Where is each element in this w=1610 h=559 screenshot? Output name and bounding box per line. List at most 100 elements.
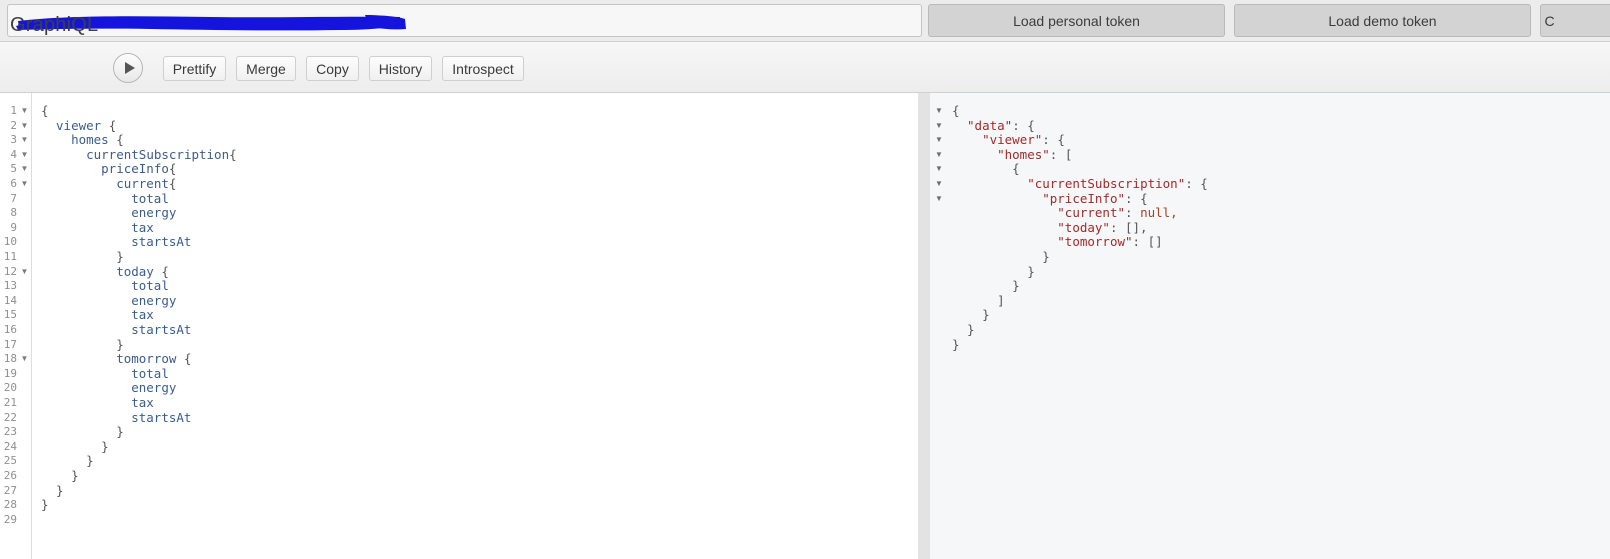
result-line: } <box>982 308 990 323</box>
result-key: "priceInfo" <box>1042 190 1126 206</box>
line-number: 22 <box>3 410 17 424</box>
fold-toggle-icon[interactable]: ▼ <box>20 104 29 119</box>
result-line: "currentSubscription": { <box>1027 176 1208 192</box>
fold-toggle-icon[interactable]: ▼ <box>20 148 29 163</box>
line-number: 17 <box>3 337 17 351</box>
result-fold-toggle-icon[interactable]: ▼ <box>935 177 943 192</box>
toolbar-copy-button[interactable]: Copy <box>306 56 359 81</box>
query-line: total <box>131 366 169 382</box>
result-value: } <box>952 336 960 352</box>
query-punctuation: { <box>101 117 117 133</box>
toolbar-merge-label: Merge <box>246 60 286 77</box>
query-field-name: startsAt <box>131 409 192 425</box>
load-demo-token-label: Load demo token <box>1328 12 1437 29</box>
line-number: 4 <box>10 147 17 161</box>
load-demo-token-button[interactable]: Load demo token <box>1234 4 1531 37</box>
query-line: } <box>101 439 109 455</box>
query-line: energy <box>131 292 177 309</box>
result-value: } <box>982 307 990 323</box>
result-line: { <box>952 103 960 119</box>
line-number: 25 <box>3 454 17 468</box>
toolbar-prettify-button[interactable]: Prettify <box>163 56 226 81</box>
query-line: startsAt <box>131 322 191 338</box>
result-fold-toggle-icon[interactable]: ▼ <box>935 133 943 148</box>
fold-toggle-icon[interactable]: ▼ <box>20 119 29 134</box>
result-line: "data": { <box>967 117 1035 134</box>
query-line: } <box>71 468 79 484</box>
load-personal-token-button[interactable]: Load personal token <box>928 4 1225 37</box>
result-key: "data" <box>967 117 1013 133</box>
result-key: "currentSubscription" <box>1027 176 1186 191</box>
query-punctuation: } <box>86 453 94 469</box>
fold-toggle-icon[interactable]: ▼ <box>20 162 29 177</box>
toolbar-introspect-button[interactable]: Introspect <box>442 56 524 81</box>
execute-query-button[interactable] <box>113 53 143 83</box>
query-field-name: tomorrow <box>116 351 177 367</box>
pane-divider[interactable] <box>918 93 930 559</box>
line-number: 27 <box>3 483 17 497</box>
fold-toggle-icon[interactable]: ▼ <box>20 352 29 367</box>
query-field-name: tax <box>131 219 154 235</box>
query-code-area[interactable]: {viewer {homes {currentSubscription{pric… <box>33 93 918 559</box>
result-value: : [] <box>1132 234 1163 250</box>
query-line: priceInfo{ <box>101 162 176 177</box>
query-line: } <box>116 424 124 440</box>
token-input[interactable] <box>7 4 922 37</box>
query-field-name: currentSubscription <box>86 146 230 162</box>
line-number: 28 <box>3 498 17 512</box>
query-line: } <box>86 454 94 469</box>
line-number: 29 <box>3 512 17 526</box>
line-number: 19 <box>3 366 17 380</box>
fold-toggle-icon[interactable]: ▼ <box>20 265 29 280</box>
query-punctuation: { <box>229 146 237 162</box>
result-value: } <box>967 322 975 337</box>
result-key: "current" <box>1057 205 1125 221</box>
result-gutter: ▼ ▼ ▼ ▼ ▼ ▼ ▼ <box>930 93 948 559</box>
toolbar-merge-button[interactable]: Merge <box>236 56 296 81</box>
result-fold-toggle-icon[interactable]: ▼ <box>935 148 943 163</box>
clipped-token-label: C <box>1544 12 1555 29</box>
fold-toggle-icon[interactable]: ▼ <box>20 177 29 192</box>
line-number: 1 <box>10 104 17 117</box>
query-field-name: energy <box>131 380 177 396</box>
result-line: ] <box>997 292 1005 309</box>
query-line: tomorrow { <box>116 351 191 367</box>
line-number: 2 <box>10 118 17 132</box>
fold-toggle-icon[interactable]: ▼ <box>20 133 29 148</box>
result-key: "viewer" <box>982 132 1043 148</box>
result-fold-toggle-icon[interactable]: ▼ <box>935 192 943 207</box>
line-number: 26 <box>3 469 17 482</box>
query-field-name: energy <box>131 292 177 308</box>
query-line: homes { <box>71 132 124 148</box>
query-punctuation: { <box>168 161 177 177</box>
result-value: } <box>1027 263 1035 279</box>
line-number: 18 <box>3 352 17 366</box>
query-line: } <box>41 497 49 513</box>
token-bar: Load personal token Load demo token C <box>0 0 1610 41</box>
toolbar-introspect-label: Introspect <box>452 60 514 77</box>
result-value: : { <box>1185 176 1208 191</box>
line-number: 21 <box>3 396 17 409</box>
query-line: tax <box>131 308 154 323</box>
result-viewer-pane[interactable]: ▼ ▼ ▼ ▼ ▼ ▼ ▼ {"data": {"viewer": {"homes": [{… <box>930 93 1610 559</box>
query-punctuation: { <box>41 103 49 118</box>
toolbar-history-button[interactable]: History <box>369 56 432 81</box>
query-line: current{ <box>116 176 176 192</box>
query-punctuation: } <box>116 249 124 264</box>
result-line: "homes": [ <box>997 147 1072 163</box>
result-value: ] <box>997 292 1005 308</box>
result-fold-toggle-icon[interactable]: ▼ <box>935 119 943 134</box>
query-line: } <box>116 249 124 265</box>
query-editor-pane[interactable]: 1 ▼ 2 ▼ 3 ▼ 4 ▼ 5 ▼ 6 ▼ 7 8 9 10 11 12 ▼ 13 14 15 16 17 18 ▼ 19 20 2… <box>0 93 918 559</box>
query-field-name: total <box>131 190 169 206</box>
query-line: energy <box>131 381 176 396</box>
result-fold-toggle-icon[interactable]: ▼ <box>935 104 943 119</box>
line-number: 5 <box>10 162 17 176</box>
result-line: } <box>952 336 960 353</box>
result-fold-toggle-icon[interactable]: ▼ <box>935 162 943 177</box>
query-line: } <box>116 337 124 353</box>
line-number: 14 <box>3 293 17 307</box>
query-line: today { <box>116 264 169 280</box>
clipped-token-button[interactable]: C <box>1540 4 1610 37</box>
line-number: 10 <box>3 235 17 249</box>
